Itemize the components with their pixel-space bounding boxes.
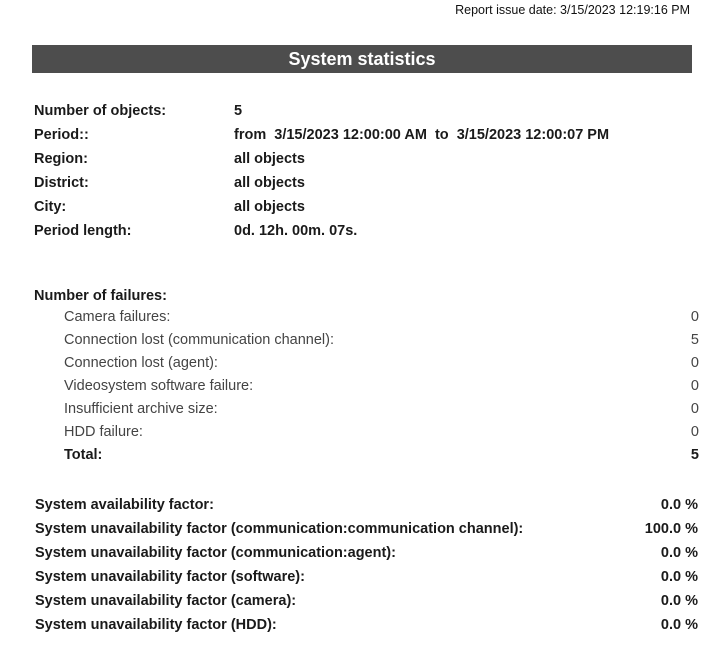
- factor-value: 0.0 %: [660, 593, 698, 609]
- failure-row-software: Videosystem software failure: 0: [34, 376, 699, 399]
- info-row-period-length: Period length: 0d. 12h. 00m. 07s.: [34, 220, 694, 244]
- info-label: Number of objects:: [34, 103, 167, 119]
- failure-row-total: Total: 5: [34, 445, 699, 468]
- failure-label: Camera failures:: [64, 309, 171, 325]
- factor-row-communication-channel: System unavailability factor (communicat…: [35, 518, 698, 542]
- factor-row-communication-agent: System unavailability factor (communicat…: [35, 542, 698, 566]
- failure-count: 0: [690, 309, 699, 325]
- factor-label: System unavailability factor (software):: [35, 569, 305, 585]
- factor-row-camera: System unavailability factor (camera): 0…: [35, 590, 698, 614]
- factor-label: System unavailability factor (communicat…: [35, 545, 396, 561]
- info-row-period: Period:: from 3/15/2023 12:00:00 AM to 3…: [34, 124, 694, 148]
- factor-value: 0.0 %: [660, 617, 698, 633]
- info-value: from 3/15/2023 12:00:00 AM to 3/15/2023 …: [234, 127, 610, 143]
- failure-row-connection-agent: Connection lost (agent): 0: [34, 353, 699, 376]
- info-value: all objects: [234, 151, 305, 167]
- failure-label: HDD failure:: [64, 424, 143, 440]
- info-row-district: District: all objects: [34, 172, 694, 196]
- factor-row-software: System unavailability factor (software):…: [35, 566, 698, 590]
- failure-total-count: 5: [690, 447, 699, 463]
- factor-value: 0.0 %: [660, 497, 698, 513]
- info-label: Period::: [34, 127, 89, 143]
- info-label: District:: [34, 175, 89, 191]
- failure-total-label: Total:: [64, 447, 103, 463]
- info-label: Region:: [34, 151, 88, 167]
- failure-label: Connection lost (agent):: [64, 355, 218, 371]
- factor-row-availability: System availability factor: 0.0 %: [35, 494, 698, 518]
- failure-row-connection-channel: Connection lost (communication channel):…: [34, 330, 699, 353]
- info-row-city: City: all objects: [34, 196, 694, 220]
- factor-value: 0.0 %: [660, 545, 698, 561]
- failure-label: Videosystem software failure:: [64, 378, 254, 394]
- failure-count: 0: [690, 401, 699, 417]
- failure-count: 5: [690, 332, 699, 348]
- failure-count: 0: [690, 378, 699, 394]
- failure-count: 0: [690, 424, 699, 440]
- failure-label: Insufficient archive size:: [64, 401, 218, 417]
- info-row-region: Region: all objects: [34, 148, 694, 172]
- info-value: all objects: [234, 175, 305, 191]
- info-label: Period length:: [34, 223, 132, 239]
- factor-label: System unavailability factor (HDD):: [35, 617, 277, 633]
- factor-label: System unavailability factor (communicat…: [35, 521, 524, 537]
- failure-label: Connection lost (communication channel):: [64, 332, 334, 348]
- failure-count: 0: [690, 355, 699, 371]
- failure-row-archive: Insufficient archive size: 0: [34, 399, 699, 422]
- info-label: City:: [34, 199, 67, 215]
- info-row-objects: Number of objects: 5: [34, 100, 694, 124]
- failures-heading: Number of failures:: [34, 288, 167, 304]
- failure-row-hdd: HDD failure: 0: [34, 422, 699, 445]
- factor-value: 0.0 %: [660, 569, 698, 585]
- failure-row-camera: Camera failures: 0: [34, 307, 699, 330]
- factors-section: System availability factor: 0.0 % System…: [35, 494, 698, 638]
- report-title: System statistics: [32, 45, 692, 73]
- factor-label: System availability factor:: [35, 497, 214, 513]
- failures-section: Number of failures: Camera failures: 0 C…: [34, 285, 699, 468]
- factor-label: System unavailability factor (camera):: [35, 593, 297, 609]
- report-info-section: Number of objects: 5 Period:: from 3/15/…: [34, 100, 694, 244]
- info-value: 5: [234, 103, 243, 119]
- factor-row-hdd: System unavailability factor (HDD): 0.0 …: [35, 614, 698, 638]
- info-value: 0d. 12h. 00m. 07s.: [234, 223, 358, 239]
- info-value: all objects: [234, 199, 305, 215]
- report-issue-date: Report issue date: 3/15/2023 12:19:16 PM: [455, 3, 690, 17]
- factor-value: 100.0 %: [644, 521, 698, 537]
